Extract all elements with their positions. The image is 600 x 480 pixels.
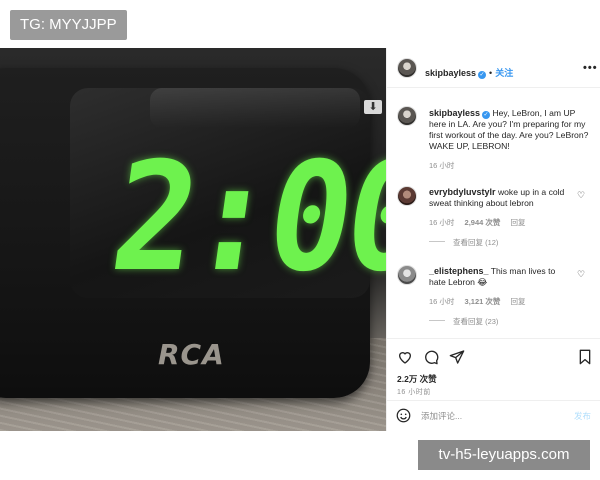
comment-reply-button[interactable]: 回复 — [510, 218, 525, 227]
watermark-bottom-right: tv-h5-leyuapps.com — [418, 440, 590, 470]
reply-divider — [429, 320, 445, 321]
view-replies-label[interactable]: 查看回复 (12) — [453, 238, 498, 247]
verified-icon: ✓ — [478, 71, 487, 79]
caption-username[interactable]: skipbayless — [429, 108, 480, 118]
post-time[interactable]: 16 小时前 — [397, 387, 431, 397]
view-replies-label[interactable]: 查看回复 (23) — [453, 317, 498, 326]
comment-text-block: _elistephens_ This man lives to hate Leb… — [429, 266, 569, 288]
dot-separator: • — [489, 68, 493, 78]
watermark-top-left: TG: MYYJJPP — [10, 10, 127, 40]
likes-count[interactable]: 2.2万 次赞 — [397, 373, 437, 385]
caption-text-block: skipbayless ✓ Hey, LeBron, I am UP here i… — [429, 108, 589, 152]
bookmark-icon[interactable] — [577, 349, 593, 365]
caption: skipbayless ✓ Hey, LeBron, I am UP here i… — [429, 108, 589, 171]
avatar[interactable] — [397, 186, 417, 206]
header-user-row: skipbayless ✓ • 关注 — [425, 63, 513, 81]
share-icon[interactable] — [449, 349, 465, 365]
view-replies[interactable]: 查看回复 (12) — [429, 237, 569, 248]
comment-composer: 发布 — [387, 400, 600, 431]
post-sidebar: skipbayless ✓ • 关注 ••• skipbayless ✓ Hey, Le… — [386, 48, 600, 431]
post-actions: 2.2万 次赞 16 小时前 — [387, 338, 600, 400]
follow-button[interactable]: 关注 — [495, 68, 513, 78]
comment-time[interactable]: 16 小时 — [429, 297, 454, 306]
comment-item: _elistephens_ This man lives to hate Leb… — [429, 266, 569, 327]
comment-username[interactable]: _elistephens_ — [429, 266, 489, 276]
view-replies[interactable]: 查看回复 (23) — [429, 316, 569, 327]
caption-time[interactable]: 16 小时 — [429, 160, 589, 171]
comment-text-block: evrybdyluvstylr woke up in a cold sweat … — [429, 187, 569, 209]
post-header: skipbayless ✓ • 关注 ••• — [387, 48, 600, 88]
comment-like-heart-icon[interactable]: ♡ — [577, 269, 585, 280]
avatar[interactable] — [397, 106, 417, 126]
comment-item: evrybdyluvstylr woke up in a cold sweat … — [429, 187, 569, 248]
header-username[interactable]: skipbayless — [425, 68, 476, 78]
avatar[interactable] — [397, 265, 417, 285]
post-comment-button[interactable]: 发布 — [574, 410, 591, 422]
comment-meta: 16 小时 2,944 次赞 回复 — [429, 217, 569, 228]
download-icon[interactable]: ⬇ — [364, 100, 382, 114]
reply-divider — [429, 241, 445, 242]
clock-time: 2:00 — [102, 131, 386, 305]
comment-reply-button[interactable]: 回复 — [510, 297, 525, 306]
emoji-icon[interactable] — [396, 408, 411, 423]
more-options-icon[interactable]: ••• — [583, 62, 598, 74]
comment-username[interactable]: evrybdyluvstylr — [429, 187, 496, 197]
avatar[interactable] — [397, 58, 417, 78]
comment-input[interactable] — [421, 409, 561, 423]
comment-time[interactable]: 16 小时 — [429, 218, 454, 227]
post-photo[interactable]: 2:00 RCA ⬇ — [0, 48, 386, 431]
verified-icon: ✓ — [482, 111, 491, 119]
comment-icon[interactable] — [423, 349, 439, 365]
heart-icon[interactable] — [397, 349, 413, 365]
comment-likes[interactable]: 2,944 次赞 — [465, 218, 501, 227]
clock-brand-logo: RCA — [158, 338, 225, 371]
comment-likes[interactable]: 3,121 次赞 — [465, 297, 501, 306]
comment-like-heart-icon[interactable]: ♡ — [577, 190, 585, 201]
comment-meta: 16 小时 3,121 次赞 回复 — [429, 296, 569, 307]
